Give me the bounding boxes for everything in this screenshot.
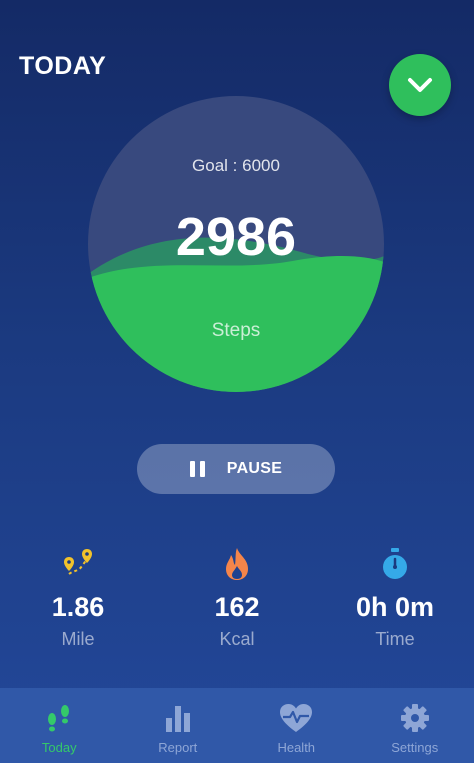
pause-label: PAUSE	[226, 460, 283, 477]
distance-value: 1.86	[51, 592, 105, 622]
tab-health[interactable]: Health	[237, 688, 356, 763]
time-value: 0h 0m	[355, 592, 435, 622]
stat-time: 0h 0m Time	[325, 544, 465, 650]
confirm-button[interactable]	[389, 54, 451, 116]
step-progress-circle: Goal : 6000 2986 Steps	[88, 96, 384, 392]
page-title: TODAY	[19, 52, 107, 80]
heart-pulse-icon	[237, 702, 356, 734]
tab-today[interactable]: Today	[0, 688, 119, 763]
stat-distance: 1.86 Mile	[8, 544, 148, 650]
route-icon	[8, 544, 148, 584]
stopwatch-icon	[325, 544, 465, 584]
bottom-tab-bar: Today Report Health Settings	[0, 688, 474, 763]
tab-label-today: Today	[41, 740, 77, 755]
pause-icon	[189, 461, 205, 477]
stats-row: 1.86 Mile 162 Kcal 0h 0m Time	[0, 544, 474, 664]
calories-value: 162	[214, 592, 260, 622]
tab-label-report: Report	[158, 740, 198, 755]
distance-unit: Mile	[61, 629, 95, 649]
pause-button[interactable]: PAUSE	[137, 444, 335, 494]
step-count: 2986	[175, 207, 297, 267]
bar-chart-icon	[119, 702, 238, 734]
flame-icon	[167, 544, 307, 584]
tab-label-settings: Settings	[391, 740, 439, 755]
calories-unit: Kcal	[219, 629, 255, 649]
tab-label-health: Health	[277, 740, 316, 755]
chevron-down-icon	[408, 78, 432, 92]
footsteps-icon	[0, 702, 119, 734]
tab-report[interactable]: Report	[119, 688, 238, 763]
goal-text: Goal : 6000	[192, 156, 280, 175]
time-unit: Time	[375, 629, 415, 649]
stat-calories: 162 Kcal	[167, 544, 307, 650]
steps-label: Steps	[211, 320, 261, 341]
gear-icon	[356, 702, 474, 734]
tab-settings[interactable]: Settings	[356, 688, 474, 763]
